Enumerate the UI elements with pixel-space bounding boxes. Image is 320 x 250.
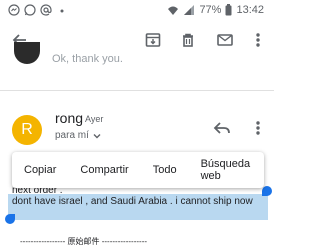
- text-selection-menu: Copiar Compartir Todo Búsqueda web: [12, 152, 264, 188]
- at-mail-icon: [40, 4, 52, 16]
- battery-percent: 77%: [199, 4, 222, 16]
- signal-icon: [183, 4, 195, 16]
- previous-sender-avatar: [14, 42, 40, 64]
- whatsapp-icon: [24, 4, 36, 16]
- battery-icon: [225, 4, 232, 16]
- message-more-vert-icon[interactable]: [248, 118, 268, 138]
- selection-handle-start[interactable]: [5, 214, 15, 224]
- recipient-details[interactable]: para mí: [55, 130, 102, 141]
- sender-name: rong: [55, 110, 84, 126]
- menu-item-copy[interactable]: Copiar: [12, 164, 68, 176]
- status-right: 77% 13:42: [167, 3, 264, 17]
- wifi-icon: [167, 4, 179, 16]
- status-bar: 77% 13:42: [0, 0, 274, 20]
- previous-message-snippet: Ok, thank you.: [52, 53, 123, 65]
- more-vert-icon[interactable]: [248, 30, 268, 50]
- message-date: Ayer: [85, 114, 104, 124]
- menu-item-web-search[interactable]: Búsqueda web: [189, 158, 264, 182]
- sender-avatar[interactable]: R: [12, 115, 42, 145]
- status-left: [8, 3, 68, 17]
- selected-text-line-1[interactable]: dont have israel , and Saudi Arabia . i …: [12, 196, 253, 207]
- original-message-header: ----------------- 原始邮件 -----------------: [20, 237, 148, 246]
- recipient-label: para mí: [55, 130, 89, 141]
- mail-icon[interactable]: [215, 30, 235, 50]
- menu-item-select-all[interactable]: Todo: [141, 164, 189, 176]
- clock: 13:42: [236, 4, 264, 16]
- messenger-icon: [8, 4, 20, 16]
- menu-item-share[interactable]: Compartir: [68, 164, 140, 176]
- selection-handle-end[interactable]: [262, 186, 272, 196]
- chevron-down-icon[interactable]: [92, 131, 102, 141]
- message-divider: [0, 90, 274, 91]
- dot-icon: [56, 4, 68, 16]
- delete-icon[interactable]: [178, 30, 198, 50]
- previous-message[interactable]: Ok, thank you.: [0, 42, 274, 72]
- reply-icon[interactable]: [212, 118, 232, 138]
- archive-icon[interactable]: [143, 30, 163, 50]
